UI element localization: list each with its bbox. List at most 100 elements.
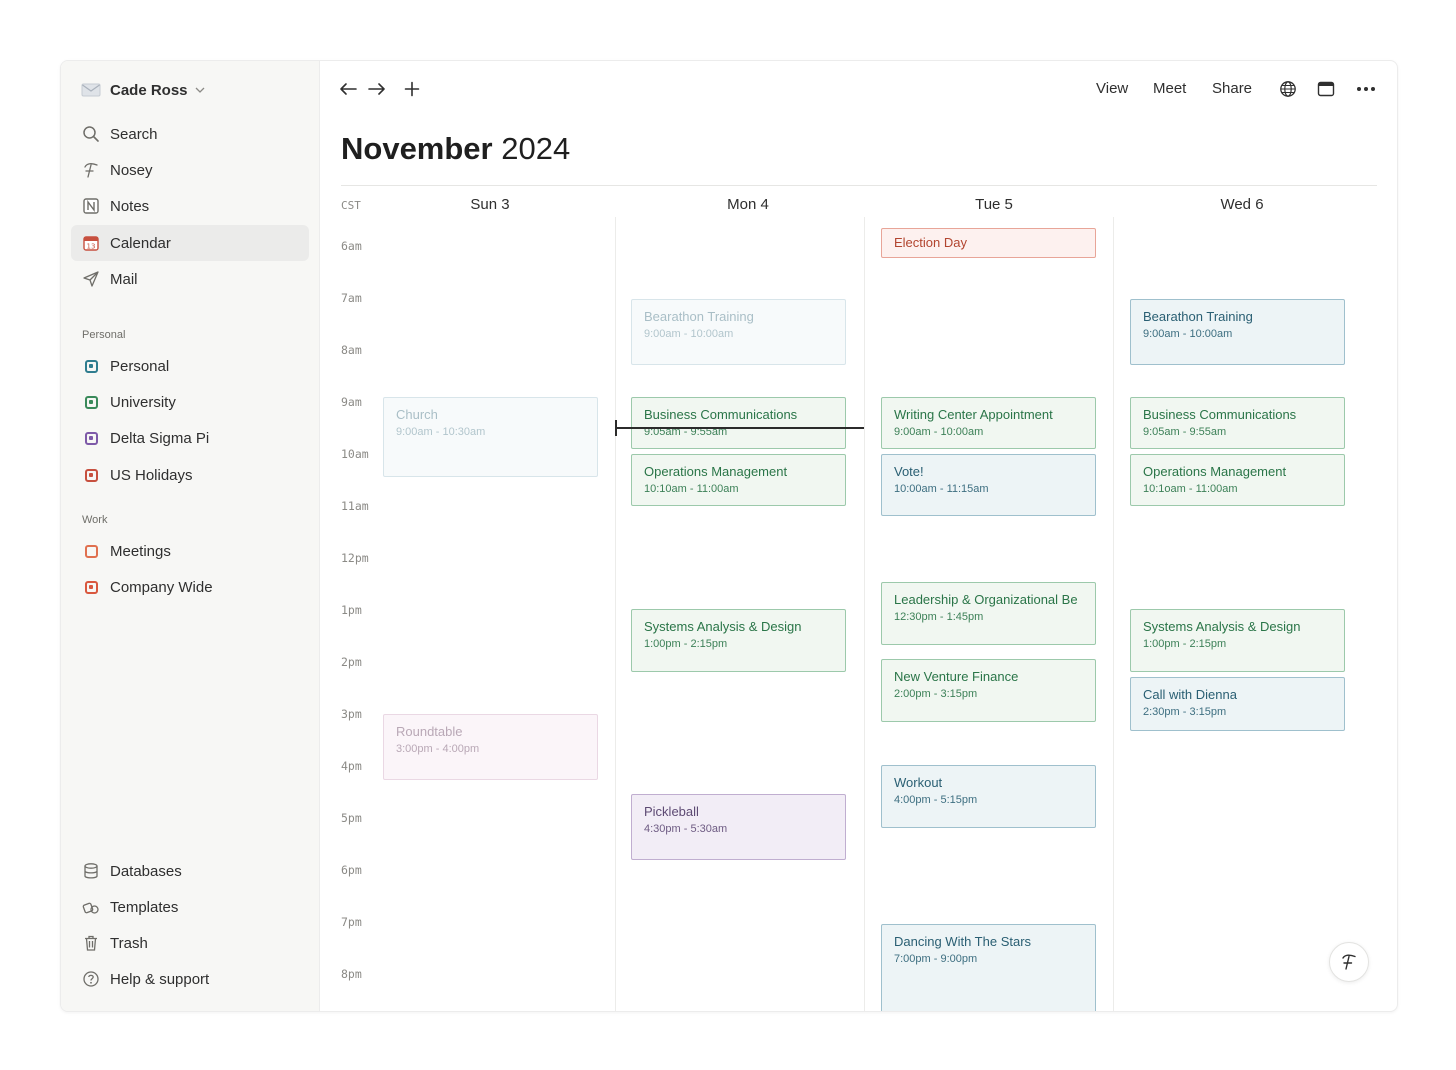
column-divider [864,217,865,1011]
calendar-item-delta-sigma-pi[interactable]: Delta Sigma Pi [71,420,309,456]
assistant-button[interactable] [1329,942,1369,982]
globe-icon[interactable] [1276,77,1300,101]
event-dancing-with-the-stars[interactable]: Dancing With The Stars 7:00pm - 9:00pm [881,924,1096,1011]
svg-text:13: 13 [87,243,96,251]
calendar-item-us-holidays[interactable]: US Holidays [71,457,309,493]
calendar-toggle-icon[interactable] [81,465,101,485]
workspace-name: Cade Ross [110,81,188,99]
event-title: Vote! [894,464,924,479]
timezone-label: CST [341,199,361,212]
event-title: Operations Management [644,464,788,479]
sidebar-item-templates[interactable]: Templates [71,889,309,925]
templates-icon [81,897,101,917]
calendar-item-label: Personal [110,357,170,375]
calendar-item-university[interactable]: University [71,384,309,420]
calendar-toggle-icon[interactable] [81,428,101,448]
add-icon[interactable] [400,77,424,101]
sidebar-item-trash[interactable]: Trash [71,925,309,961]
event-title: Call with Dienna [1143,687,1237,702]
day-header-sun[interactable]: Sun 3 [430,196,550,213]
calendar-toggle-icon[interactable] [81,577,101,597]
calendar-toggle-icon[interactable] [81,541,101,561]
event-church[interactable]: Church 9:00am - 10:30am [383,397,598,477]
event-systems-analysis-design[interactable]: Systems Analysis & Design 1:00pm - 2:15p… [631,609,846,672]
event-title: Pickleball [644,804,699,819]
event-title: Roundtable [396,724,463,739]
sidebar-item-mail[interactable]: Mail [71,261,309,297]
sidebar-item-label: Calendar [110,234,171,252]
section-heading-personal: Personal [82,329,126,341]
event-business-communications[interactable]: Business Communications 9:05am - 9:55am [631,397,846,449]
hour-label: 12pm [341,551,369,565]
search-icon [81,124,101,144]
event-writing-center-appointment[interactable]: Writing Center Appointment 9:00am - 10:0… [881,397,1096,449]
event-time: 12:30pm - 1:45pm [894,611,984,623]
event-time: 7:00pm - 9:00pm [894,953,978,965]
sidebar-panel-icon[interactable] [1314,77,1338,101]
event-time: 9:00am - 10:00am [644,328,734,340]
column-divider [615,217,616,1011]
event-title: Business Communications [1143,407,1297,422]
sidebar-item-label: Mail [110,270,138,288]
day-header-tue[interactable]: Tue 5 [934,196,1054,213]
calendar-item-label: US Holidays [110,466,193,484]
nosey-icon [81,160,101,180]
more-icon[interactable] [1354,77,1378,101]
forward-arrow-icon[interactable] [365,77,389,101]
hour-label: 7pm [341,915,362,929]
event-election-day[interactable]: Election Day [881,228,1096,258]
back-arrow-icon[interactable] [336,77,360,101]
hour-label: 1pm [341,603,362,617]
calendar-toggle-icon[interactable] [81,356,101,376]
mail-icon [81,269,101,289]
event-title: Bearathon Training [644,309,754,324]
hour-label: 9am [341,395,362,409]
event-bearathon-training[interactable]: Bearathon Training 9:00am - 10:00am [1130,299,1345,365]
event-business-communications[interactable]: Business Communications 9:05am - 9:55am [1130,397,1345,449]
calendar-toggle-icon[interactable] [81,392,101,412]
sidebar-item-notes[interactable]: Notes [71,188,309,224]
calendar-item-label: University [110,393,176,411]
day-header-mon[interactable]: Mon 4 [688,196,808,213]
event-time: 9:00am - 10:00am [1143,328,1233,340]
event-call-with-dienna[interactable]: Call with Dienna 2:30pm - 3:15pm [1130,677,1345,731]
calendar-item-meetings[interactable]: Meetings [71,533,309,569]
sidebar-item-databases[interactable]: Databases [71,853,309,889]
meet-button[interactable]: Meet [1153,77,1186,101]
event-title: Election Day [894,235,967,250]
calendar-item-personal[interactable]: Personal [71,348,309,384]
header-divider [341,185,1377,186]
hour-label: 11am [341,499,369,513]
day-header-wed[interactable]: Wed 6 [1182,196,1302,213]
sidebar-item-help[interactable]: Help & support [71,961,309,997]
event-bearathon-training[interactable]: Bearathon Training 9:00am - 10:00am [631,299,846,365]
event-title: Church [396,407,438,422]
sidebar-item-label: Help & support [110,970,210,988]
event-vote[interactable]: Vote! 10:00am - 11:15am [881,454,1096,516]
hour-label: 10am [341,447,369,461]
sidebar-item-calendar[interactable]: 13 Calendar [71,225,309,261]
event-title: Leadership & Organizational Be [894,592,1078,607]
help-icon [81,969,101,989]
sidebar-item-nosey[interactable]: Nosey [71,152,309,188]
envelope-avatar-icon [81,80,101,100]
event-new-venture-finance[interactable]: New Venture Finance 2:00pm - 3:15pm [881,659,1096,722]
share-button[interactable]: Share [1212,77,1252,101]
sidebar-item-search[interactable]: Search [71,116,309,152]
event-roundtable[interactable]: Roundtable 3:00pm - 4:00pm [383,714,598,780]
database-icon [81,861,101,881]
event-systems-analysis-design[interactable]: Systems Analysis & Design 1:00pm - 2:15p… [1130,609,1345,672]
event-pickleball[interactable]: Pickleball 4:30pm - 5:30am [631,794,846,860]
event-operations-management[interactable]: Operations Management 10:10am - 11:00am [631,454,846,506]
workspace-switcher[interactable]: Cade Ross [71,72,309,108]
hour-label: 2pm [341,655,362,669]
calendar-main: View Meet Share November 2024 CST Sun 3 … [320,61,1397,1011]
view-button[interactable]: View [1096,77,1128,101]
event-leadership-organizational[interactable]: Leadership & Organizational Be 12:30pm -… [881,582,1096,645]
event-time: 1:00pm - 2:15pm [1143,638,1227,650]
event-workout[interactable]: Workout 4:00pm - 5:15pm [881,765,1096,828]
event-time: 10:1oam - 11:00am [1143,483,1238,495]
event-title: Systems Analysis & Design [644,619,802,634]
event-operations-management[interactable]: Operations Management 10:1oam - 11:00am [1130,454,1345,506]
calendar-item-company-wide[interactable]: Company Wide [71,569,309,605]
